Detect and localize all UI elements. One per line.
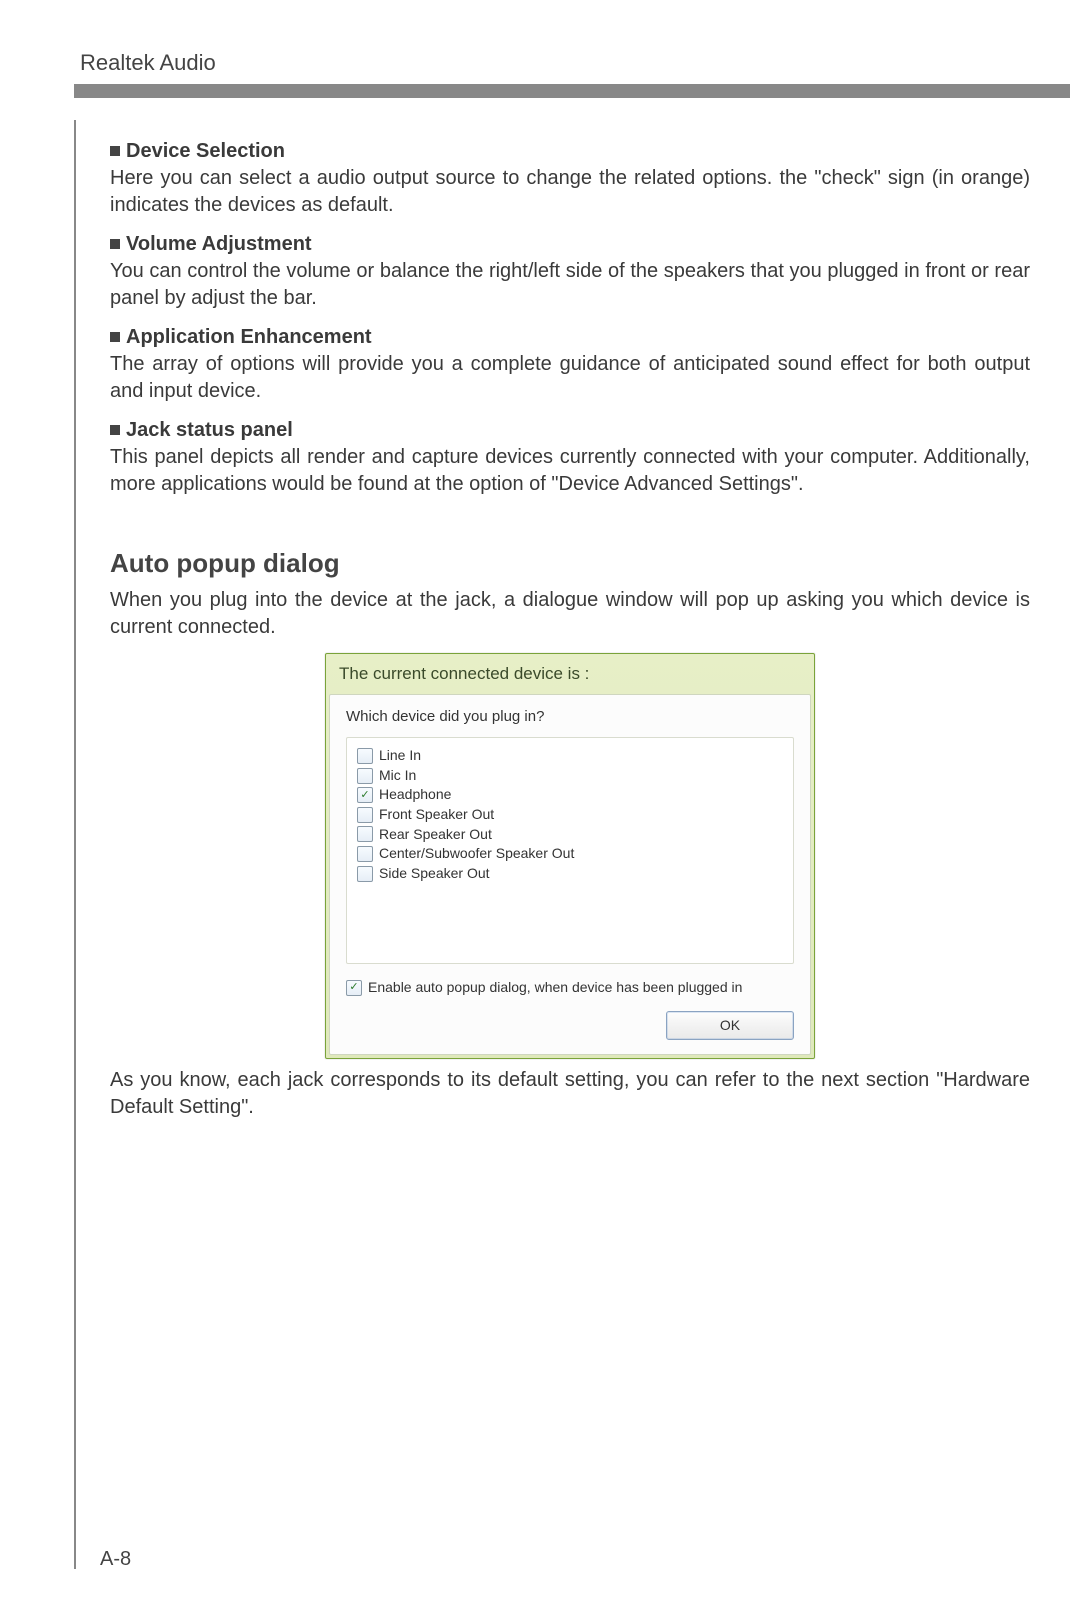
section-heading-volume-adjustment: Volume Adjustment <box>110 231 1030 258</box>
enable-auto-popup-row[interactable]: Enable auto popup dialog, when device ha… <box>346 978 794 997</box>
subheading-auto-popup: Auto popup dialog <box>110 546 1030 581</box>
device-option-line-in[interactable]: Line In <box>357 746 783 766</box>
device-label: Center/Subwoofer Speaker Out <box>379 844 574 864</box>
dialog-button-row: OK <box>346 1011 794 1040</box>
device-option-mic-in[interactable]: Mic In <box>357 766 783 786</box>
section-body: Here you can select a audio output sourc… <box>110 165 1030 219</box>
dialog-title: The current connected device is : <box>329 657 811 694</box>
device-label: Front Speaker Out <box>379 805 494 825</box>
device-option-center-subwoofer-speaker-out[interactable]: Center/Subwoofer Speaker Out <box>357 844 783 864</box>
checkbox-icon[interactable] <box>357 748 373 764</box>
checkbox-icon[interactable] <box>357 768 373 784</box>
checkbox-icon[interactable] <box>357 826 373 842</box>
section-heading-application-enhancement: Application Enhancement <box>110 324 1030 351</box>
header-divider <box>74 84 1070 98</box>
page-title: Realtek Audio <box>10 50 1070 84</box>
square-bullet-icon <box>110 425 120 435</box>
device-label: Rear Speaker Out <box>379 825 492 845</box>
square-bullet-icon <box>110 332 120 342</box>
device-label: Side Speaker Out <box>379 864 490 884</box>
square-bullet-icon <box>110 146 120 156</box>
connected-device-dialog: The current connected device is : Which … <box>325 653 815 1059</box>
checkbox-icon[interactable] <box>346 980 362 996</box>
device-option-headphone[interactable]: Headphone <box>357 785 783 805</box>
document-page: Realtek Audio Device Selection Here you … <box>0 0 1080 1619</box>
section-title: Jack status panel <box>126 419 293 441</box>
auto-popup-post: As you know, each jack corresponds to it… <box>110 1067 1030 1121</box>
device-label: Mic In <box>379 766 416 786</box>
dialog-body: Which device did you plug in? Line In Mi… <box>329 694 811 1055</box>
checkbox-icon[interactable] <box>357 846 373 862</box>
auto-popup-intro: When you plug into the device at the jac… <box>110 587 1030 641</box>
section-title: Device Selection <box>126 140 285 162</box>
section-body: The array of options will provide you a … <box>110 351 1030 405</box>
ok-button[interactable]: OK <box>666 1011 794 1040</box>
section-body: You can control the volume or balance th… <box>110 258 1030 312</box>
checkbox-icon[interactable] <box>357 866 373 882</box>
section-body: This panel depicts all render and captur… <box>110 444 1030 498</box>
section-heading-device-selection: Device Selection <box>110 138 1030 165</box>
left-margin-rule <box>74 120 76 1569</box>
device-label: Line In <box>379 746 421 766</box>
device-label: Headphone <box>379 785 451 805</box>
checkbox-icon[interactable] <box>357 807 373 823</box>
content-area: Device Selection Here you can select a a… <box>110 138 1030 1121</box>
device-list: Line In Mic In Headphone Front Spea <box>346 737 794 964</box>
dialog-prompt: Which device did you plug in? <box>346 707 794 727</box>
dialog-screenshot: The current connected device is : Which … <box>325 653 815 1059</box>
device-option-rear-speaker-out[interactable]: Rear Speaker Out <box>357 825 783 845</box>
page-number: A-8 <box>100 1548 131 1571</box>
square-bullet-icon <box>110 239 120 249</box>
section-title: Volume Adjustment <box>126 233 312 255</box>
device-option-front-speaker-out[interactable]: Front Speaker Out <box>357 805 783 825</box>
checkbox-icon[interactable] <box>357 787 373 803</box>
section-heading-jack-status-panel: Jack status panel <box>110 417 1030 444</box>
section-title: Application Enhancement <box>126 326 372 348</box>
device-option-side-speaker-out[interactable]: Side Speaker Out <box>357 864 783 884</box>
enable-auto-popup-label: Enable auto popup dialog, when device ha… <box>368 978 742 997</box>
